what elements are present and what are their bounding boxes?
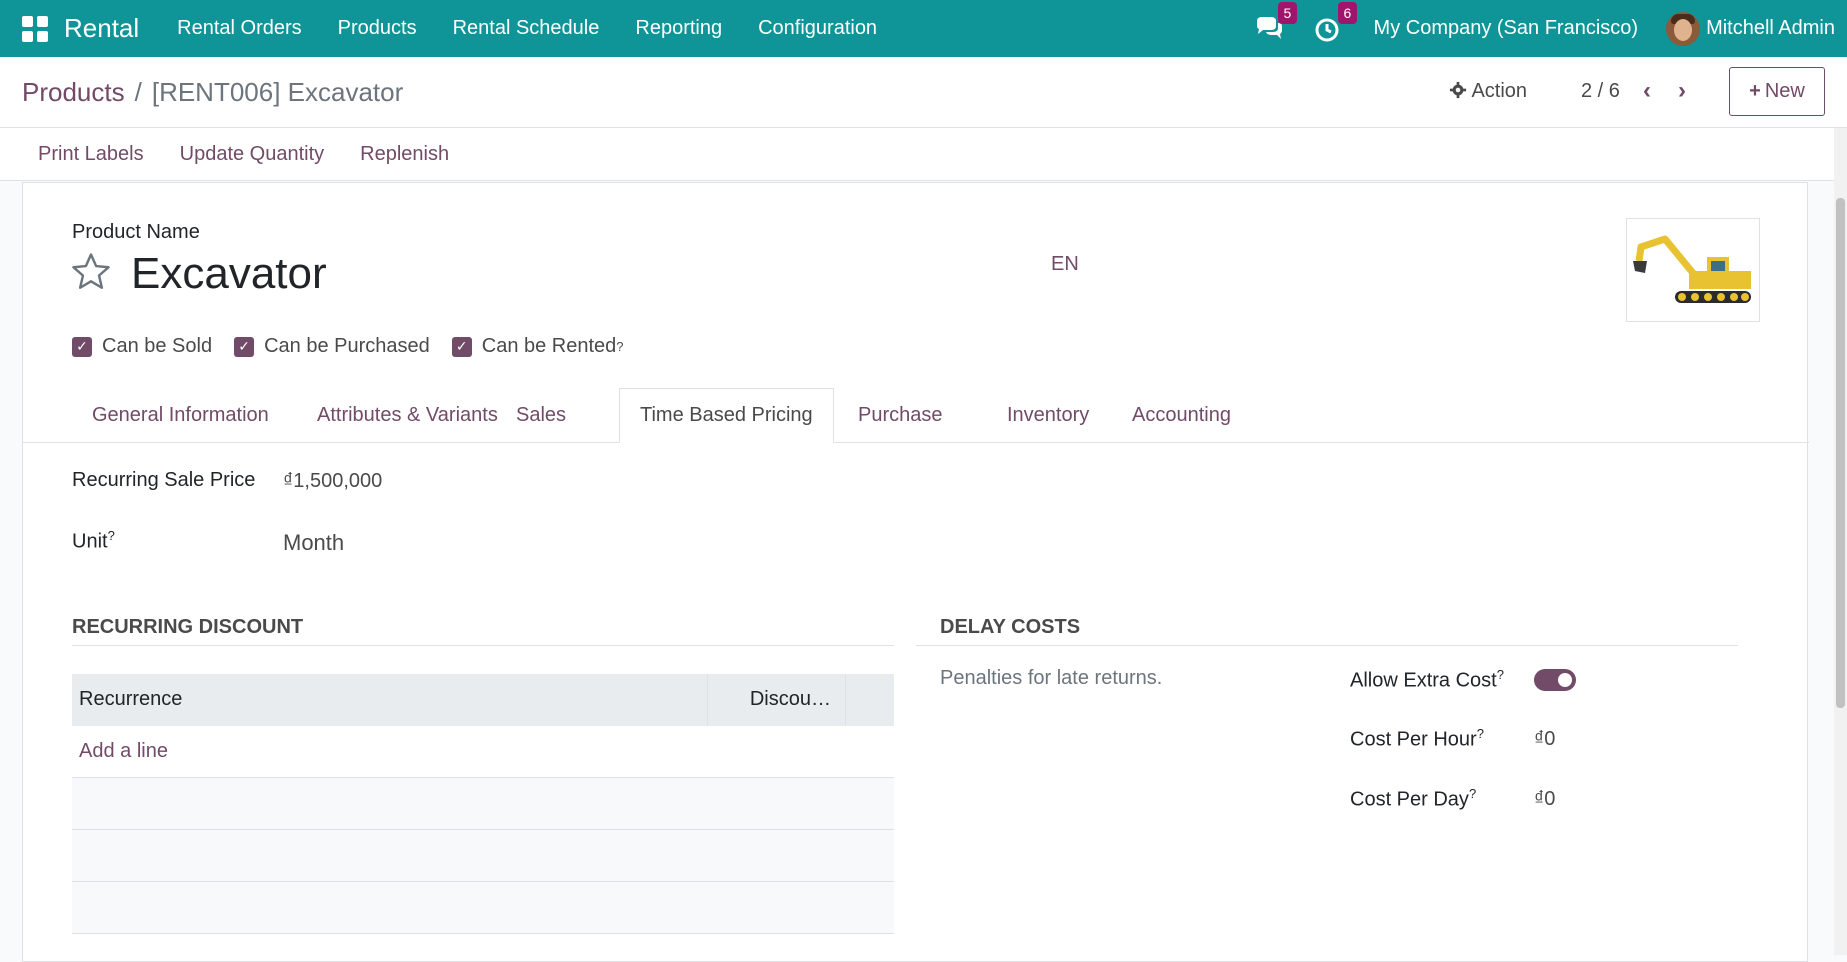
pager-next-icon[interactable]: › bbox=[1678, 77, 1686, 105]
form-statusbar: Print Labels Update Quantity Replenish bbox=[0, 128, 1847, 181]
can-be-rented-label: Can be Rented bbox=[481, 335, 617, 357]
action-label: Action bbox=[1471, 80, 1528, 102]
help-tooltip-icon[interactable]: ? bbox=[1497, 667, 1504, 682]
plus-icon: + bbox=[1749, 80, 1761, 102]
language-toggle[interactable]: EN bbox=[1051, 253, 1079, 276]
can-be-purchased-label: Can be Purchased bbox=[264, 335, 430, 357]
product-name-input[interactable]: Excavator bbox=[131, 249, 327, 299]
help-tooltip-icon[interactable]: ? bbox=[1469, 786, 1476, 801]
product-image[interactable] bbox=[1626, 218, 1760, 322]
scrollbar-thumb[interactable] bbox=[1836, 198, 1845, 708]
section-divider bbox=[916, 645, 1738, 646]
cost-per-day-text: Cost Per Day bbox=[1350, 788, 1469, 811]
tab-time-based-pricing[interactable]: Time Based Pricing bbox=[619, 388, 834, 443]
breadcrumb-current: [RENT006] Excavator bbox=[151, 77, 404, 107]
systray: 5 6 My Company (San Francisco) Mitchell … bbox=[1254, 0, 1847, 57]
new-label: New bbox=[1764, 80, 1805, 102]
cost-per-hour-text: Cost Per Hour bbox=[1350, 728, 1477, 751]
allow-extra-cost-toggle[interactable] bbox=[1534, 669, 1576, 691]
messages-badge: 5 bbox=[1277, 1, 1298, 24]
tab-purchase[interactable]: Purchase bbox=[838, 388, 963, 443]
table-row bbox=[72, 830, 894, 882]
form-sheet: Product Name Excavator EN ✓ Can be Sold ✓… bbox=[22, 182, 1809, 962]
gear-icon bbox=[1449, 81, 1467, 99]
user-menu[interactable]: Mitchell Admin bbox=[1706, 17, 1835, 40]
apps-menu-icon[interactable] bbox=[22, 15, 48, 42]
main-menu: Rental Orders Products Rental Schedule R… bbox=[159, 17, 895, 40]
tab-inventory[interactable]: Inventory bbox=[987, 388, 1109, 443]
column-discount[interactable]: Discou… bbox=[708, 674, 846, 726]
breadcrumb-separator: / bbox=[134, 77, 142, 107]
checkbox-checked-icon[interactable]: ✓ bbox=[451, 336, 472, 357]
control-panel: Products / [RENT006] Excavator Action 2 / … bbox=[0, 57, 1847, 128]
menu-products[interactable]: Products bbox=[320, 17, 435, 40]
activities-clock-icon[interactable]: 6 bbox=[1314, 1, 1358, 44]
menu-rental-orders[interactable]: Rental Orders bbox=[159, 17, 320, 40]
breadcrumb-products[interactable]: Products bbox=[22, 77, 125, 107]
unit-label-text: Unit bbox=[72, 530, 108, 553]
recurring-discount-title: RECURRING DISCOUNT bbox=[72, 616, 304, 638]
product-type-checkboxes: ✓ Can be Sold ✓ Can be Purchased ✓ Can be R… bbox=[72, 335, 646, 358]
checkbox-checked-icon[interactable]: ✓ bbox=[72, 336, 92, 357]
can-be-sold-label: Can be Sold bbox=[102, 335, 213, 357]
delay-costs-description: Penalties for late returns. bbox=[940, 667, 1163, 689]
add-a-line-button[interactable]: Add a line bbox=[72, 726, 894, 778]
section-divider bbox=[72, 645, 894, 646]
help-tooltip-icon[interactable]: ? bbox=[616, 339, 623, 354]
page-scrollbar[interactable] bbox=[1834, 128, 1847, 955]
can-be-sold-option[interactable]: ✓ Can be Sold bbox=[72, 335, 212, 358]
menu-reporting[interactable]: Reporting bbox=[617, 17, 740, 40]
table-row bbox=[72, 778, 894, 830]
can-be-purchased-option[interactable]: ✓ Can be Purchased bbox=[234, 335, 430, 358]
recurring-discount-table: Recurrence Discou… Add a line bbox=[72, 674, 894, 934]
tab-attributes-variants[interactable]: Attributes & Variants bbox=[297, 388, 518, 443]
cost-per-day-value[interactable]: ₫0 bbox=[1534, 788, 1555, 811]
unit-value: Month bbox=[283, 530, 345, 555]
recurring-sale-price-label: Recurring Sale Price bbox=[72, 469, 256, 491]
notebook-tabs: General Information Attributes & Variant… bbox=[23, 388, 1809, 443]
tab-accounting[interactable]: Accounting bbox=[1112, 388, 1251, 443]
column-recurrence[interactable]: Recurrence bbox=[72, 674, 708, 726]
action-menu-button[interactable]: Action bbox=[1449, 80, 1527, 103]
table-header: Recurrence Discou… bbox=[72, 674, 894, 726]
product-name-label: Product Name bbox=[72, 221, 200, 243]
user-avatar[interactable] bbox=[1666, 11, 1701, 46]
pager-value[interactable]: 2 / 6 bbox=[1581, 80, 1620, 103]
top-navbar: Rental Rental Orders Products Rental Sch… bbox=[0, 0, 1847, 57]
cost-per-hour-value[interactable]: ₫0 bbox=[1534, 728, 1555, 751]
delay-costs-title: DELAY COSTS bbox=[940, 616, 1081, 638]
favorite-star-icon[interactable] bbox=[70, 251, 112, 298]
cost-per-hour-label: Cost Per Hour? bbox=[1350, 726, 1484, 752]
new-button[interactable]: + New bbox=[1729, 67, 1825, 116]
tab-general-information[interactable]: General Information bbox=[72, 388, 289, 443]
company-switcher[interactable]: My Company (San Francisco) bbox=[1374, 17, 1639, 40]
activities-badge: 6 bbox=[1337, 1, 1358, 24]
tab-sales[interactable]: Sales bbox=[496, 388, 586, 443]
recurring-sale-price-value: ₫1,500,000 bbox=[283, 470, 383, 492]
update-quantity-button[interactable]: Update Quantity bbox=[162, 143, 343, 166]
menu-rental-schedule[interactable]: Rental Schedule bbox=[435, 17, 618, 40]
cost-per-day-label: Cost Per Day? bbox=[1350, 786, 1476, 812]
allow-extra-cost-label: Allow Extra Cost? bbox=[1350, 667, 1504, 693]
checkbox-checked-icon[interactable]: ✓ bbox=[234, 336, 255, 357]
help-tooltip-icon[interactable]: ? bbox=[108, 528, 115, 543]
replenish-button[interactable]: Replenish bbox=[342, 143, 467, 166]
app-brand[interactable]: Rental bbox=[64, 13, 139, 44]
help-tooltip-icon[interactable]: ? bbox=[1477, 726, 1484, 741]
unit-label: Unit? bbox=[72, 528, 115, 554]
breadcrumb: Products / [RENT006] Excavator bbox=[22, 77, 403, 108]
menu-configuration[interactable]: Configuration bbox=[740, 17, 895, 40]
toggle-knob bbox=[1558, 673, 1572, 687]
pager-previous-icon[interactable]: ‹ bbox=[1643, 77, 1651, 105]
allow-extra-cost-text: Allow Extra Cost bbox=[1350, 669, 1497, 692]
messages-icon[interactable]: 5 bbox=[1254, 1, 1298, 44]
print-labels-button[interactable]: Print Labels bbox=[20, 143, 162, 166]
can-be-rented-option[interactable]: ✓ Can be Rented? bbox=[451, 335, 624, 358]
table-row bbox=[72, 882, 894, 934]
